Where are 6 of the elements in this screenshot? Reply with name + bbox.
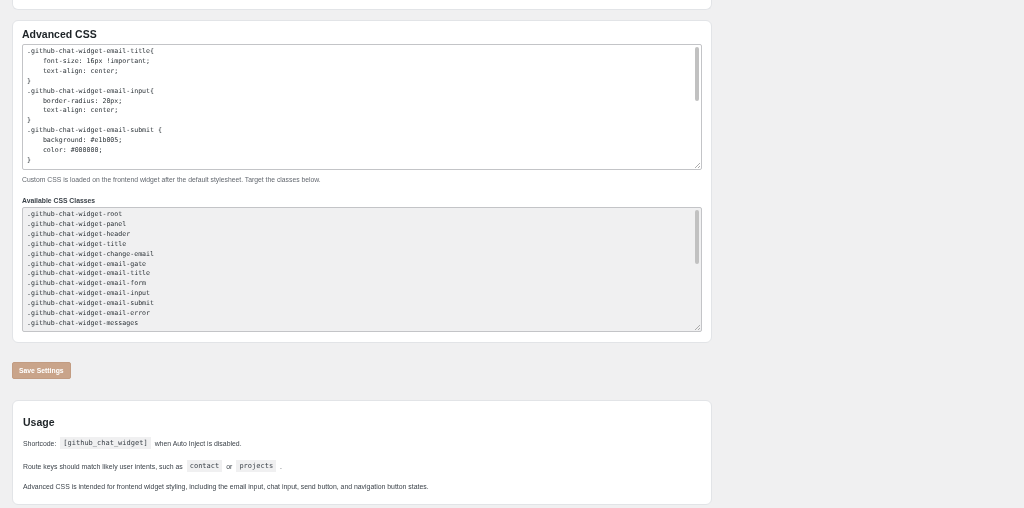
scrollbar-thumb[interactable] [695, 47, 699, 101]
section-title: Usage [23, 416, 56, 428]
resize-grip-icon[interactable] [694, 324, 700, 330]
scrollbar-thumb[interactable] [695, 210, 699, 264]
resize-grip-icon[interactable] [694, 162, 700, 168]
section-title: Advanced CSS [22, 28, 98, 40]
